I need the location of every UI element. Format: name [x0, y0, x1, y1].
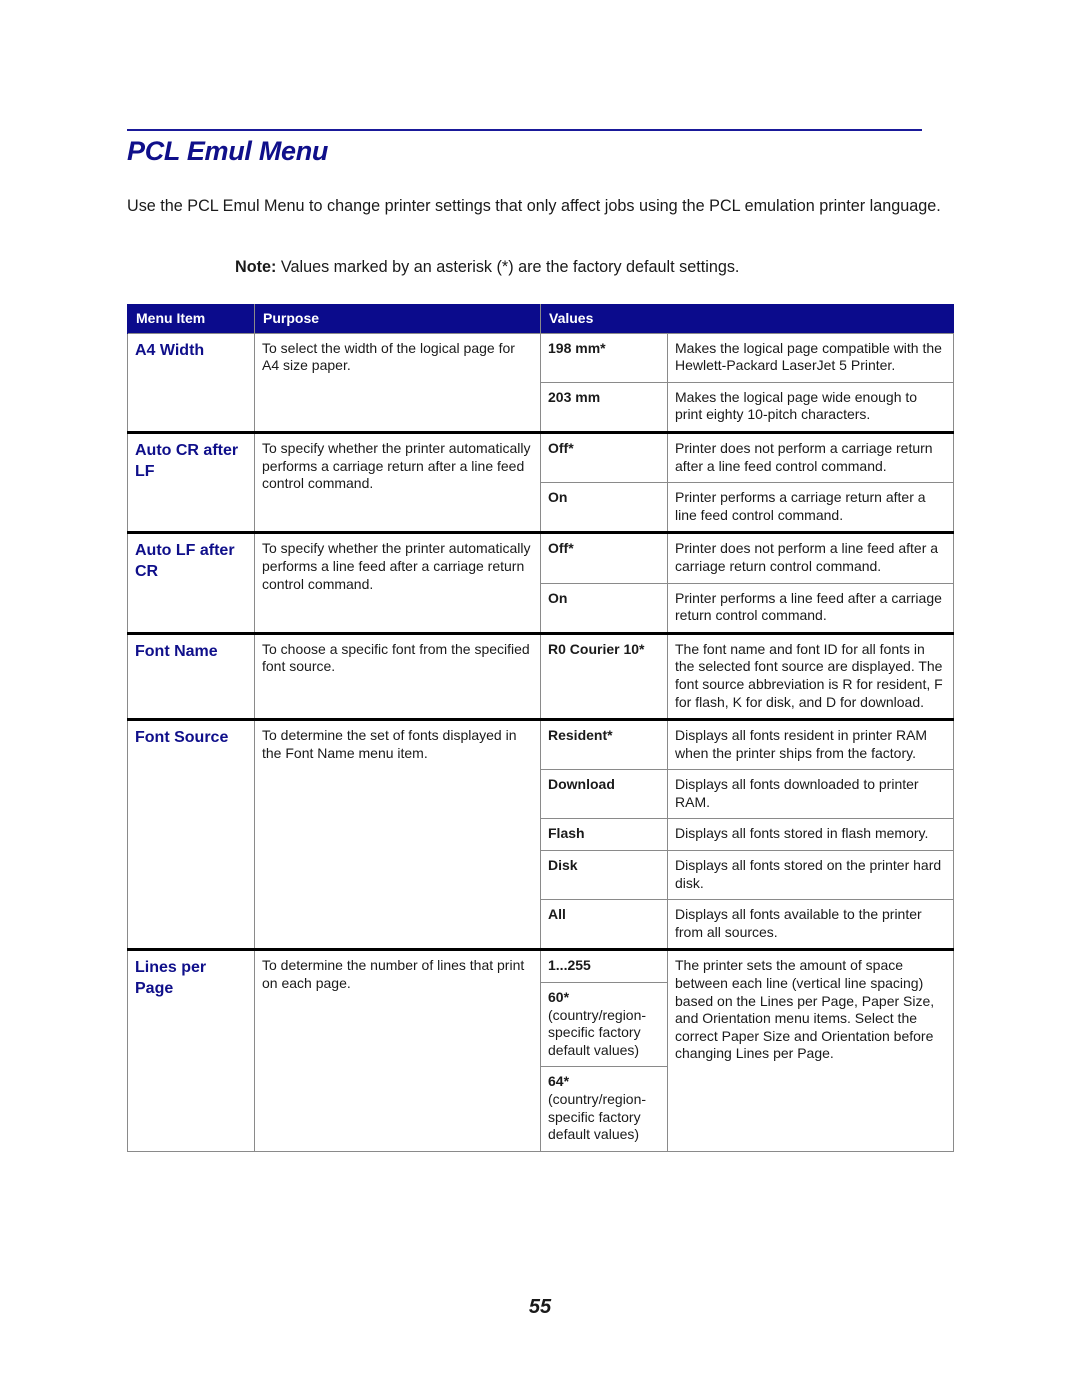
note: Note: Values marked by an asterisk (*) a…: [235, 258, 739, 277]
setting-value-text: On: [548, 489, 568, 506]
setting-description: The font name and font ID for all fonts …: [667, 631, 954, 721]
setting-value: 1...255: [540, 948, 668, 984]
setting-description: Displays all fonts stored on the printer…: [667, 850, 954, 901]
setting-value: 64* (country/region-specific factory defa…: [540, 1066, 668, 1152]
setting-description: Printer performs a carriage return after…: [667, 482, 954, 534]
setting-value: Disk: [540, 850, 668, 901]
menu-item-purpose: To choose a specific font from the speci…: [254, 631, 541, 721]
menu-item-purpose: To determine the number of lines that pr…: [254, 948, 541, 1152]
setting-value: Flash: [540, 818, 668, 852]
setting-value: On: [540, 582, 668, 634]
pcl-emul-menu-table: Menu Item Purpose Values A4 Width To sele…: [127, 304, 954, 1152]
table-row: Auto CR after LF To specify whether the p…: [127, 430, 954, 534]
setting-value-text: 198 mm*: [548, 339, 606, 356]
setting-value-text: Off*: [548, 540, 574, 557]
setting-description: Printer does not perform a line feed aft…: [667, 531, 954, 584]
table-row: A4 Width To select the width of the logic…: [127, 332, 954, 433]
setting-description: Printer performs a line feed after a car…: [667, 582, 954, 634]
setting-value: Download: [540, 769, 668, 820]
note-label: Note:: [235, 258, 277, 276]
setting-value-text: 203 mm: [548, 388, 601, 405]
menu-item-name: Font Name: [127, 631, 255, 721]
setting-value-text: Disk: [548, 857, 578, 874]
setting-value-text: 64*: [548, 1073, 570, 1090]
setting-value: Resident*: [540, 718, 668, 771]
table-body: A4 Width To select the width of the logic…: [127, 332, 954, 1152]
setting-description: The printer sets the amount of space bet…: [667, 948, 954, 1152]
menu-item-name: Auto CR after LF: [127, 430, 255, 534]
page-title: PCL Emul Menu: [127, 136, 329, 166]
setting-value-text: Download: [548, 776, 615, 793]
setting-value-text: 1...255: [548, 957, 591, 974]
setting-value-text: On: [548, 589, 568, 606]
setting-description: Displays all fonts resident in printer R…: [667, 718, 954, 771]
setting-value-text: R0 Courier 10*: [548, 640, 645, 657]
menu-item-purpose: To select the width of the logical page …: [254, 332, 541, 433]
setting-value-text: 60*: [548, 989, 570, 1006]
setting-value: Off*: [540, 531, 668, 584]
setting-value: R0 Courier 10*: [540, 631, 668, 721]
header-menu-item: Menu Item: [127, 304, 255, 334]
header-purpose: Purpose: [254, 304, 541, 334]
title-rule: [127, 129, 922, 131]
setting-value-text: Off*: [548, 439, 574, 456]
setting-description: Printer does not perform a carriage retu…: [667, 430, 954, 484]
setting-value-text: All: [548, 906, 566, 923]
menu-item-purpose: To specify whether the printer automatic…: [254, 430, 541, 534]
setting-value-note: (country/region-specific factory default…: [548, 1091, 647, 1143]
table-row: Font Source To determine the set of fonts…: [127, 718, 954, 951]
setting-description: Displays all fonts downloaded to printer…: [667, 769, 954, 820]
setting-value: 60* (country/region-specific factory defa…: [540, 982, 668, 1068]
setting-description: Makes the logical page compatible with t…: [667, 332, 954, 383]
page-number: 55: [528, 1296, 552, 1318]
table-row: Font Name To choose a specific font from …: [127, 631, 954, 721]
menu-item-name: Lines per Page: [127, 948, 255, 1152]
menu-item-name: Font Source: [127, 718, 255, 951]
setting-value: 198 mm*: [540, 332, 668, 383]
setting-value: Off*: [540, 430, 668, 484]
setting-description: Displays all fonts available to the prin…: [667, 899, 954, 951]
setting-value: 203 mm: [540, 381, 668, 433]
menu-item-purpose: To specify whether the printer automatic…: [254, 531, 541, 634]
setting-description: Makes the logical page wide enough to pr…: [667, 381, 954, 433]
setting-value-note: (country/region-specific factory default…: [548, 1006, 647, 1058]
note-text: Values marked by an asterisk (*) are the…: [276, 258, 740, 276]
header-values: Values: [540, 304, 954, 334]
table-row: Auto LF after CR To specify whether the p…: [127, 531, 954, 634]
table-row: Lines per Page To determine the number of…: [127, 948, 954, 1152]
menu-item-name: A4 Width: [127, 332, 255, 433]
table-header-row: Menu Item Purpose Values: [127, 304, 954, 334]
setting-description: Displays all fonts stored in flash memor…: [667, 818, 954, 852]
setting-value: On: [540, 482, 668, 534]
intro-paragraph: Use the PCL Emul Menu to change printer …: [127, 197, 941, 215]
setting-value-text: Resident*: [548, 727, 613, 744]
menu-item-name: Auto LF after CR: [127, 531, 255, 634]
setting-value-text: Flash: [548, 825, 585, 842]
setting-value: All: [540, 899, 668, 951]
menu-item-purpose: To determine the set of fonts displayed …: [254, 718, 541, 951]
